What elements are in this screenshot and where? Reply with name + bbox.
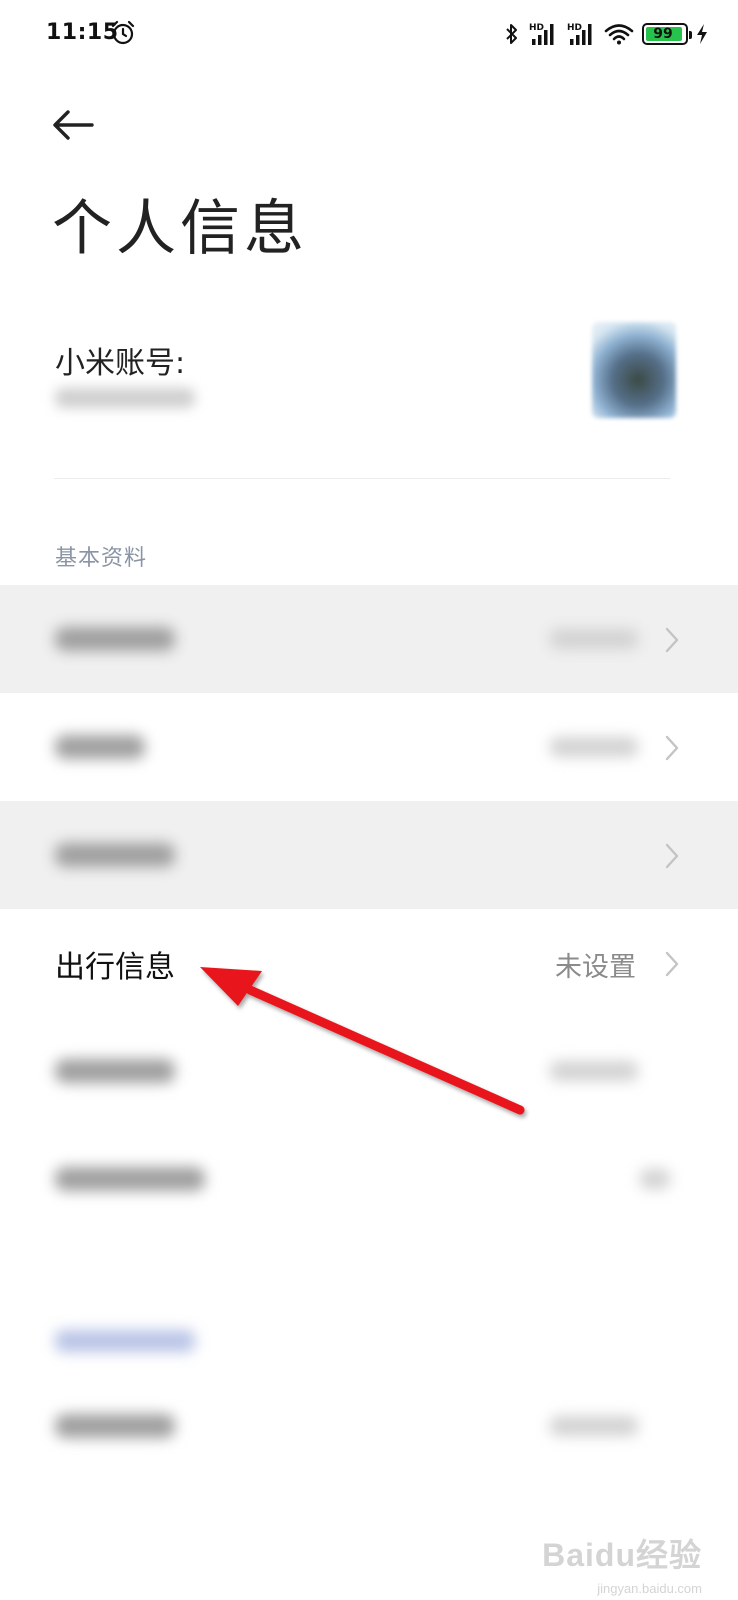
redacted-label (55, 735, 145, 759)
account-row[interactable]: 小米账号: (0, 310, 738, 440)
network-badge-1: HD (529, 23, 544, 33)
battery-nub (689, 31, 692, 39)
redacted-label (55, 627, 175, 651)
redacted-label (55, 1059, 175, 1083)
back-arrow-icon[interactable] (50, 105, 96, 145)
section-label-basic: 基本资料 (55, 546, 148, 571)
signal-icon-1: HD (529, 23, 554, 45)
bluetooth-icon (506, 24, 517, 44)
account-label: 小米账号: (55, 346, 186, 381)
basic-info-list: 出行信息 未设置 (0, 585, 738, 1233)
section-label-redacted (55, 1330, 195, 1352)
battery-level: 99 (653, 26, 673, 42)
battery-icon: 99 (642, 23, 692, 45)
list-item[interactable] (0, 693, 738, 801)
redacted-label (55, 1414, 175, 1438)
status-icons: HD HD 99 (504, 18, 708, 50)
divider (54, 478, 670, 479)
travel-info-label: 出行信息 (55, 950, 175, 985)
chevron-right-icon (665, 843, 679, 869)
status-bar: 11:15 HD HD 99 (0, 0, 738, 70)
list-item[interactable] (0, 801, 738, 909)
redacted-label (55, 843, 175, 867)
alarm-icon (111, 20, 135, 45)
travel-info-value: 未设置 (555, 952, 636, 983)
redacted-value (550, 1061, 638, 1081)
redacted-value (550, 629, 638, 649)
chevron-right-icon (665, 627, 679, 653)
chevron-right-icon (665, 735, 679, 761)
redacted-value (550, 1416, 638, 1436)
wifi-icon (604, 24, 634, 45)
network-badge-2: HD (567, 23, 582, 33)
signal-icon-2: HD (567, 23, 592, 45)
charging-icon (697, 24, 707, 44)
watermark-logo: Baidu经验 (542, 1537, 702, 1573)
avatar[interactable] (592, 322, 676, 418)
status-time: 11:15 (46, 20, 119, 45)
account-id-redacted (55, 388, 195, 408)
list-item[interactable] (0, 1372, 738, 1480)
list-item-travel-info[interactable]: 出行信息 未设置 (0, 909, 738, 1017)
redacted-label (55, 1167, 205, 1191)
redacted-value (550, 737, 638, 757)
page-title: 个人信息 (52, 194, 308, 264)
chevron-right-icon (665, 951, 679, 977)
list-item[interactable] (0, 1017, 738, 1125)
watermark-url: jingyan.baidu.com (597, 1581, 702, 1596)
redacted-value (640, 1169, 670, 1189)
list-item[interactable] (0, 1125, 738, 1233)
list-item[interactable] (0, 585, 738, 693)
